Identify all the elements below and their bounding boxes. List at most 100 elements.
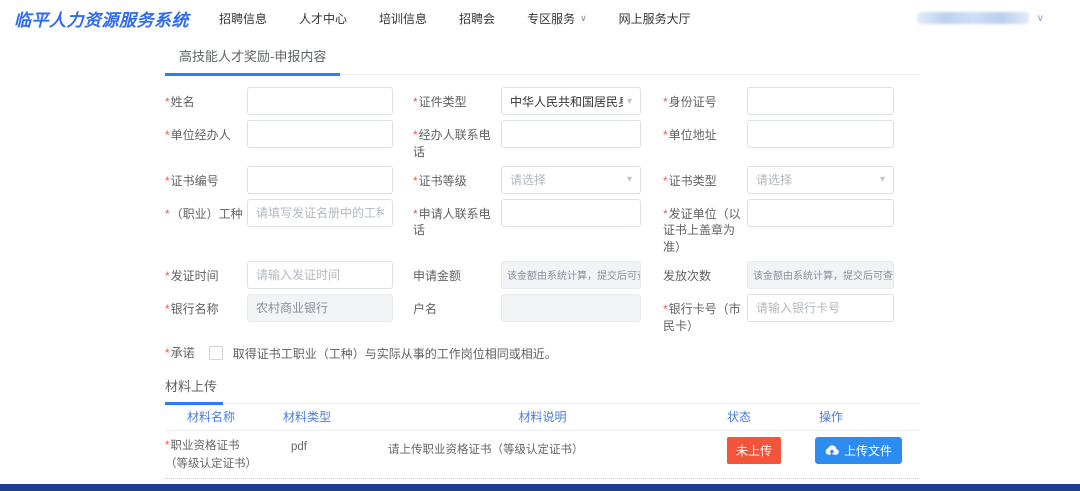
cert-level-select[interactable]: 请选择 ▾ <box>501 166 641 194</box>
field-unit-address: *单位地址 <box>663 120 894 148</box>
field-applicant-phone: *申请人联系电话 <box>413 199 641 240</box>
chevron-down-icon: ∨ <box>580 13 587 24</box>
footer-bar <box>0 484 1080 491</box>
field-label: *证书编号 <box>165 166 247 190</box>
material-name-cell: *职业资格证书（等级认定证书） <box>165 437 283 474</box>
required-mark: * <box>165 95 170 109</box>
tabs-bar: 高技能人才奖励-申报内容 <box>165 36 920 75</box>
nav-item-talent-center[interactable]: 人才中心 <box>299 10 347 27</box>
upload-table-header: 材料名称 材料类型 材料说明 状态 操作 <box>165 404 920 431</box>
unit-address-input[interactable] <box>747 120 894 148</box>
table-row: *职业资格证书（等级认定证书） pdf 请上传职业资格证书（等级认定证书） 未上… <box>165 431 920 480</box>
field-label: *发证时间 <box>165 261 247 285</box>
column-header-material-name: 材料名称 <box>165 408 283 425</box>
field-label: *发证单位（以证书上盖章为准） <box>663 199 747 256</box>
required-mark: * <box>413 207 418 221</box>
nav-item-recruit-info[interactable]: 招聘信息 <box>219 10 267 27</box>
field-label: *证件类型 <box>413 87 501 111</box>
nav-item-job-fair[interactable]: 招聘会 <box>459 10 495 27</box>
upload-cloud-icon <box>825 444 839 456</box>
cert-level-placeholder: 请选择 <box>510 171 546 188</box>
required-mark: * <box>663 128 668 142</box>
material-type-cell: pdf <box>283 437 358 453</box>
cert-kind-placeholder: 请选择 <box>756 171 792 188</box>
issue-time-input[interactable] <box>247 261 393 289</box>
application-form: *姓名 *证件类型 中华人民共和国居民身份证 ▾ *身份证号 <box>165 75 920 362</box>
field-unit-agent: *单位经办人 <box>165 120 393 148</box>
bank-card-input[interactable] <box>747 294 894 322</box>
field-promise: *承诺 取得证书工职业（工种）与实际从事的工作岗位相同或相近。 <box>165 345 920 362</box>
bank-name-field: 农村商业银行 <box>247 294 393 322</box>
upload-file-button[interactable]: 上传文件 <box>815 437 902 464</box>
field-agent-phone: *经办人联系电话 <box>413 120 641 161</box>
field-occupation: *（职业）工种 <box>165 199 393 227</box>
cert-type-select[interactable]: 中华人民共和国居民身份证 ▾ <box>501 87 641 115</box>
field-label: *（职业）工种 <box>165 199 247 223</box>
main-nav: 招聘信息 人才中心 培训信息 招聘会 专区服务 ∨ 网上服务大厅 <box>219 10 691 27</box>
required-mark: * <box>413 174 418 188</box>
chevron-down-icon: ▾ <box>880 174 885 185</box>
field-cert-no: *证书编号 <box>165 166 393 194</box>
field-grant-times: 发放次数 该金额由系统计算，提交后可查看 <box>663 261 894 289</box>
applicant-phone-input[interactable] <box>501 199 641 227</box>
column-header-status: 状态 <box>727 408 815 425</box>
name-input[interactable] <box>247 87 393 115</box>
status-cell: 未上传 <box>727 437 815 464</box>
field-bank-name: *银行名称 农村商业银行 <box>165 294 393 322</box>
cert-type-value: 中华人民共和国居民身份证 <box>510 93 623 110</box>
field-cert-level: *证书等级 请选择 ▾ <box>413 166 641 194</box>
field-label: *姓名 <box>165 87 247 111</box>
required-mark: * <box>165 302 170 316</box>
column-header-material-desc: 材料说明 <box>358 408 727 425</box>
section-title-bar: 材料上传 <box>165 376 920 404</box>
field-label: *银行名称 <box>165 294 247 318</box>
nav-item-training-info[interactable]: 培训信息 <box>379 10 427 27</box>
cert-kind-select[interactable]: 请选择 ▾ <box>747 166 894 194</box>
field-cert-type: *证件类型 中华人民共和国居民身份证 ▾ <box>413 87 641 115</box>
apply-amount-field: 该金额由系统计算，提交后可查看 <box>501 261 641 289</box>
action-cell: 上传文件 <box>815 437 920 464</box>
field-label: *银行卡号（市民卡） <box>663 294 747 335</box>
chevron-down-icon: ▾ <box>627 174 632 185</box>
user-menu[interactable]: ∨ <box>917 12 1044 24</box>
id-number-input[interactable] <box>747 87 894 115</box>
field-issue-time: *发证时间 <box>165 261 393 289</box>
promise-text: 取得证书工职业（工种）与实际从事的工作岗位相同或相近。 <box>233 345 557 362</box>
occupation-input[interactable] <box>247 199 393 227</box>
field-label: *证书等级 <box>413 166 501 190</box>
field-label: *申请人联系电话 <box>413 199 501 240</box>
nav-item-online-service-hall[interactable]: 网上服务大厅 <box>619 10 691 27</box>
field-id-number: *身份证号 <box>663 87 894 115</box>
field-label: *承诺 <box>165 345 195 362</box>
chevron-down-icon: ▾ <box>627 96 632 107</box>
tab-application-content[interactable]: 高技能人才奖励-申报内容 <box>165 46 340 76</box>
field-label: *单位经办人 <box>165 120 247 144</box>
chevron-down-icon: ∨ <box>1037 13 1044 24</box>
promise-checkbox[interactable] <box>209 346 223 360</box>
user-name-redacted <box>917 12 1029 24</box>
app-window: 临平人力资源服务系统 招聘信息 人才中心 培训信息 招聘会 专区服务 ∨ 网上服… <box>0 0 1080 491</box>
field-cert-kind: *证书类型 请选择 ▾ <box>663 166 894 194</box>
material-upload-section: 材料上传 材料名称 材料类型 材料说明 状态 操作 *职业资格证书（等级认定证书… <box>165 376 920 480</box>
cert-no-input[interactable] <box>247 166 393 194</box>
required-mark: * <box>165 207 170 221</box>
field-label: *证书类型 <box>663 166 747 190</box>
field-label: 户名 <box>413 294 501 318</box>
required-mark: * <box>663 174 668 188</box>
site-header: 临平人力资源服务系统 招聘信息 人才中心 培训信息 招聘会 专区服务 ∨ 网上服… <box>0 0 1080 36</box>
field-label: 申请金额 <box>413 261 501 285</box>
required-mark: * <box>663 207 668 221</box>
column-header-action: 操作 <box>815 408 920 425</box>
agent-phone-input[interactable] <box>501 120 641 148</box>
nav-item-zone-services[interactable]: 专区服务 ∨ <box>527 10 587 27</box>
account-name-field <box>501 294 641 322</box>
issuer-input[interactable] <box>747 199 894 227</box>
material-desc-cell: 请上传职业资格证书（等级认定证书） <box>358 437 727 457</box>
required-mark: * <box>413 128 418 142</box>
field-label: *单位地址 <box>663 120 747 144</box>
field-label: *经办人联系电话 <box>413 120 501 161</box>
column-header-material-type: 材料类型 <box>283 408 358 425</box>
required-mark: * <box>663 95 668 109</box>
unit-agent-input[interactable] <box>247 120 393 148</box>
required-mark: * <box>165 269 170 283</box>
